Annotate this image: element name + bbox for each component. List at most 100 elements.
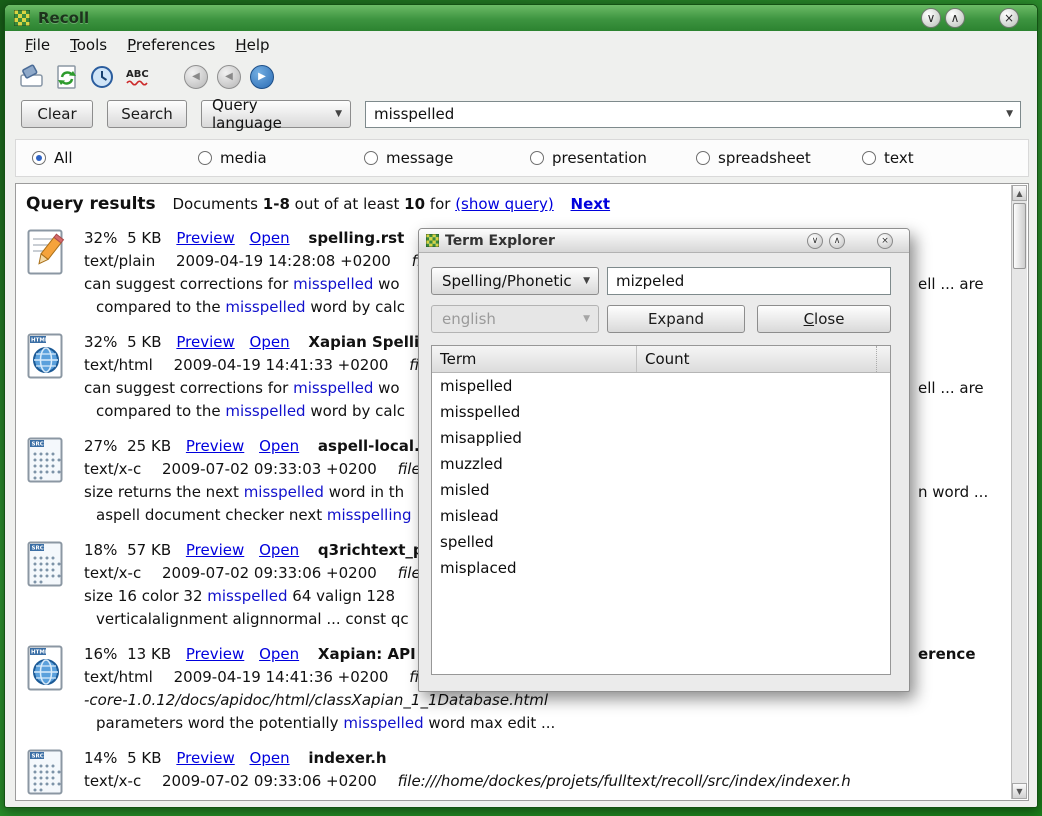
file-size: 5 KB [127,229,161,247]
expansion-mode-dropdown[interactable]: Spelling/Phonetic ▼ [431,267,599,295]
open-link[interactable]: Open [250,333,290,351]
mime-type: text/plain [84,252,155,270]
search-input[interactable] [374,105,996,123]
filter-radio-spreadsheet[interactable]: spreadsheet [696,149,862,167]
result-title: aspell-local.h [318,437,430,455]
dialog-minimize-button[interactable]: ∨ [807,233,823,249]
text-file-icon [26,227,70,319]
show-query-link[interactable]: (show query) [455,195,554,213]
minimize-button[interactable]: ∨ [921,8,941,28]
timestamp: 2009-07-02 09:33:06 +0200 [162,564,377,582]
next-page-button[interactable]: ▶ [250,65,274,89]
relevance-percent: 32% [84,333,117,351]
highlighted-term: misspelled [225,402,305,420]
term-row[interactable]: spelled [432,529,890,555]
radio-icon [364,151,378,165]
mime-type: text/x-c [84,772,141,790]
maximize-button[interactable]: ∧ [945,8,965,28]
radio-icon [862,151,876,165]
chevron-down-icon: ▼ [583,276,590,286]
results-scrollbar[interactable]: ▲ ▼ [1011,185,1027,799]
term-row[interactable]: mislead [432,503,890,529]
term-row[interactable]: misplaced [432,555,890,581]
close-button[interactable]: × [999,8,1019,28]
result-title: Xapian Spelli [308,333,419,351]
filter-radio-media[interactable]: media [198,149,364,167]
open-link[interactable]: Open [250,749,290,767]
open-link[interactable]: Open [250,229,290,247]
preview-link[interactable]: Preview [186,541,244,559]
language-value: english [442,310,496,328]
term-row[interactable]: muzzled [432,451,890,477]
chevron-down-icon: ▼ [335,109,342,119]
file-size: 5 KB [127,333,161,351]
filter-radio-message[interactable]: message [364,149,530,167]
column-header-count[interactable]: Count [636,346,876,372]
result-title: spelling.rst [308,229,404,247]
query-language-dropdown[interactable]: Query language ▼ [201,100,351,128]
relevance-percent: 32% [84,229,117,247]
prev-page-button-2[interactable]: ◀ [217,65,241,89]
file-size: 57 KB [127,541,171,559]
search-button[interactable]: Search [107,100,187,128]
scroll-up-icon[interactable]: ▲ [1012,185,1027,201]
result-item: 14% 5 KB Preview Open indexer.h text/x-c… [26,747,1011,799]
menu-file[interactable]: File [15,33,60,57]
open-link[interactable]: Open [259,437,299,455]
term-entry-field[interactable] [607,267,891,295]
term-row[interactable]: misled [432,477,890,503]
preview-link[interactable]: Preview [186,645,244,663]
dialog-maximize-button[interactable]: ∧ [829,233,845,249]
term-input[interactable] [616,272,882,290]
preview-link[interactable]: Preview [176,749,234,767]
menu-tools[interactable]: Tools [60,33,117,57]
result-title: q3richtext_p [318,541,424,559]
highlighted-term: misspelled [293,275,373,293]
dialog-close-button[interactable]: × [877,233,893,249]
open-link[interactable]: Open [259,541,299,559]
prev-page-button[interactable]: ◀ [184,65,208,89]
column-header-term[interactable]: Term [432,350,636,368]
open-link[interactable]: Open [259,645,299,663]
highlighted-term: misspelled [343,714,423,732]
term-row[interactable]: mispelled [432,373,890,399]
highlighted-term: misspelled [225,298,305,316]
close-dialog-button[interactable]: Close [757,305,891,333]
filter-radio-presentation[interactable]: presentation [530,149,696,167]
highlighted-term: misspelled [244,483,324,501]
term-row[interactable]: misspelled [432,399,890,425]
spellcheck-abc-icon[interactable]: ABC [124,64,150,90]
next-page-link[interactable]: Next [571,195,611,213]
result-total: 10 [404,195,425,213]
menu-preferences[interactable]: Preferences [117,33,225,57]
preview-link[interactable]: Preview [176,229,234,247]
term-row[interactable]: misapplied [432,425,890,451]
menu-help[interactable]: Help [225,33,279,57]
html-file-icon [26,331,70,423]
filter-radio-all[interactable]: All [32,149,198,167]
expansion-mode-value: Spelling/Phonetic [442,272,572,290]
file-url-continuation: -core-1.0.12/docs/apidoc/html/classXapia… [84,689,1011,712]
header-grip[interactable] [876,346,890,372]
clear-search-icon[interactable] [19,64,45,90]
highlighted-term: misspelled [293,379,373,397]
result-meta-line: text/x-c 2009-07-02 09:33:06 +0200 file:… [84,770,1011,793]
clear-button[interactable]: Clear [21,100,93,128]
update-index-icon[interactable] [54,64,80,90]
window-title: Recoll [38,9,89,27]
search-entry-combobox[interactable]: ▼ [365,101,1021,128]
history-clock-icon[interactable] [89,64,115,90]
expand-button[interactable]: Expand [607,305,745,333]
chevron-down-icon[interactable]: ▼ [1006,109,1013,119]
scroll-down-icon[interactable]: ▼ [1012,783,1027,799]
snippet-line: parameters word the potentially misspell… [84,712,1011,735]
preview-link[interactable]: Preview [176,333,234,351]
svg-text:ABC: ABC [126,69,149,80]
scrollbar-thumb[interactable] [1013,203,1026,269]
filter-radio-text[interactable]: text [862,149,1028,167]
preview-link[interactable]: Preview [186,437,244,455]
main-window-titlebar[interactable]: Recoll ∨ ∧ × [5,5,1037,31]
query-language-label: Query language [212,96,325,132]
result-title: Xapian: API [318,645,416,663]
language-dropdown[interactable]: english ▼ [431,305,599,333]
